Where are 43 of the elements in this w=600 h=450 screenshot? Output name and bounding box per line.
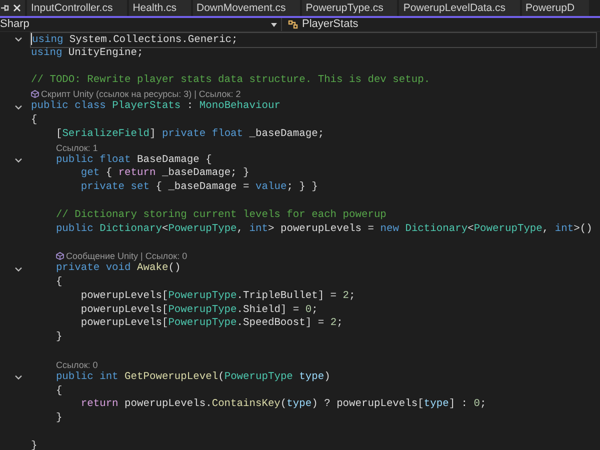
fold-chevron-icon[interactable] <box>15 158 22 163</box>
caret-icon <box>271 22 277 26</box>
file-tab[interactable]: Health.cs <box>128 0 190 16</box>
code-line: using UnityEngine; <box>31 46 144 61</box>
code-line: return powerupLevels.ContainsKey(type) ? powerupLevels[type] : 0; <box>80 398 486 412</box>
file-tab[interactable]: PowerupLevelData.cs <box>399 0 520 16</box>
fold-chevron-icon[interactable] <box>15 266 22 272</box>
codelens-text[interactable]: Ссылок: 1 <box>56 142 98 154</box>
code-line: using System.Collections.Generic; <box>31 33 596 47</box>
code-line: public Dictionary<PowerupType, int> powerupLevels = new Dictionary<PowerupType, int>() <box>54 222 592 236</box>
code-line: public class PlayerStats : MonoBehaviour <box>31 100 280 114</box>
file-tab[interactable]: PowerupD <box>522 0 589 16</box>
fold-chevron-icon[interactable] <box>15 375 22 380</box>
codelens-text[interactable]: Скрипт Unity (ссылок на ресурсы: 3) | Ссылок: 2 <box>41 88 241 100</box>
class-dropdown[interactable]: PlayerStats <box>282 18 358 31</box>
codelens-text[interactable]: Ссылок: 0 <box>56 358 98 371</box>
close-icon[interactable] <box>13 4 21 12</box>
fold-chevron-icon[interactable] <box>15 104 22 110</box>
code-line: [SerializeField] private float _baseDamage; <box>54 128 324 142</box>
project-dropdown[interactable]: Sharp <box>0 18 282 31</box>
code-line: powerupLevels[PowerupType.SpeedBoost] = 2; <box>80 317 343 332</box>
code-line: powerupLevels[PowerupType.Shield] = 0; <box>80 304 318 318</box>
code-line: public int GetPowerupLevel(PowerupType type) <box>54 370 330 385</box>
file-tab[interactable]: PowerupType.cs <box>302 0 398 16</box>
code-line: // Dictionary storing current levels for each powerup <box>54 208 386 223</box>
code-line: get { return _baseDamage; } <box>80 167 250 182</box>
code-line: // TODO: Rewrite player stats data structure. This is dev setup. <box>31 74 430 88</box>
fold-chevron-icon[interactable] <box>15 37 22 42</box>
code-line: { <box>31 114 38 128</box>
code-line: } <box>54 412 62 426</box>
class-icon <box>288 20 299 30</box>
code-line: private void Awake() <box>54 262 181 276</box>
code-line: } <box>31 440 38 450</box>
pin-icon[interactable] <box>1 4 9 12</box>
file-tab[interactable]: InputController.cs <box>27 0 127 16</box>
code-line: { <box>54 276 62 290</box>
code-line: private set { _baseDamage = value; } } <box>80 181 318 195</box>
code-line: { <box>54 384 62 398</box>
code-line: } <box>54 331 62 345</box>
file-tab[interactable]: DownMovement.cs <box>192 0 300 16</box>
code-line: powerupLevels[PowerupType.TripleBullet] = 2; <box>80 290 356 304</box>
codelens-text[interactable]: Сообщение Unity | Ссылок: 0 <box>66 250 188 262</box>
code-line: public float BaseDamage { <box>54 154 212 168</box>
